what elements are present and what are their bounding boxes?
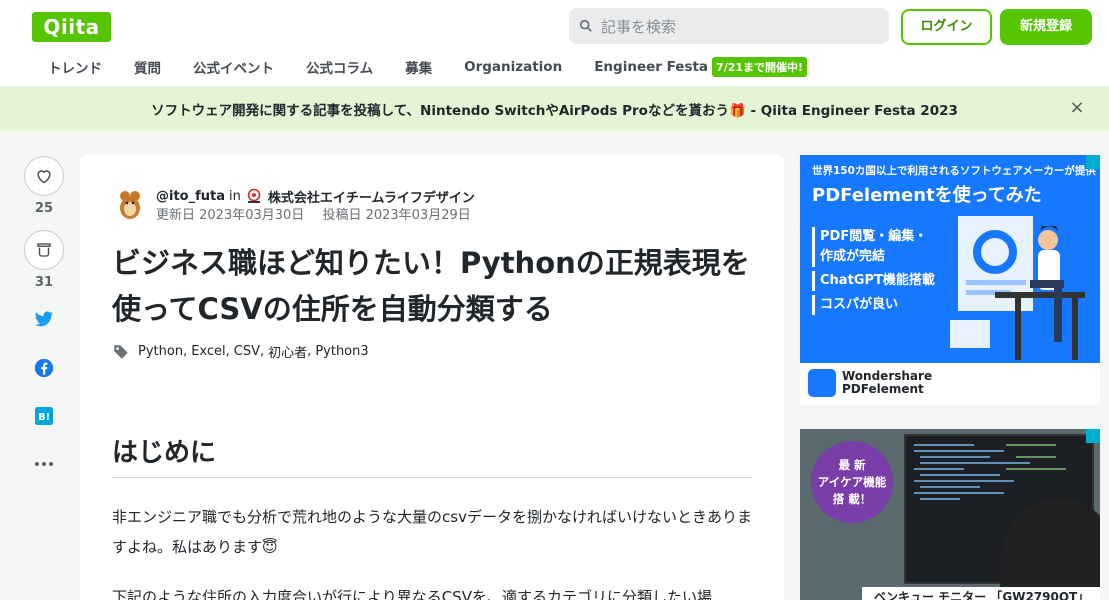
ad-banner-image[interactable]: 世界150カ国以上で利用されるソフトウェアメーカーが提供 PDFelementを… <box>800 155 1100 363</box>
nav-recruit[interactable]: 募集 <box>389 57 448 77</box>
tag-list: Python, Excel, CSV, 初心者, Python3 <box>112 342 369 361</box>
twitter-icon <box>34 311 54 327</box>
tag-excel[interactable]: Excel <box>191 344 225 359</box>
ad-bubble-line-2: アイケア機能 <box>817 474 887 489</box>
ad-illustration <box>950 216 1085 360</box>
facebook-share[interactable] <box>24 356 64 380</box>
ad-brand-line-2: PDFelement <box>842 382 924 396</box>
ad-subtext: 世界150カ国以上で利用されるソフトウェアメーカーが提供 <box>812 165 1096 177</box>
like-button[interactable] <box>24 156 64 196</box>
search-input[interactable]: 記事を検索 <box>569 8 889 44</box>
organization-name[interactable]: 株式会社エイチームライフデザイン <box>268 187 475 206</box>
nav-engineer-festa[interactable]: Engineer Festa <box>578 59 708 75</box>
tag-python[interactable]: Python <box>138 344 183 359</box>
qiita-logo[interactable]: Qiita <box>32 12 111 42</box>
festa-badge[interactable]: 7/21まで開催中! <box>712 57 808 77</box>
global-nav: トレンド 質問 公式イベント 公式コラム 募集 Organization Eng… <box>32 56 808 78</box>
advertisement-benq[interactable]: 最 新 アイケア機能 搭 載！ ベンキュー モニター 「GW2790QT」 <box>800 429 1100 600</box>
login-button[interactable]: ログイン <box>901 9 992 45</box>
stock-icon <box>37 243 51 257</box>
ad-bubble-line-1: 最 新 <box>838 457 866 472</box>
ad-bullet: コスパが良い <box>812 295 935 315</box>
section-heading: はじめに <box>112 432 752 478</box>
nav-organization[interactable]: Organization <box>448 59 578 75</box>
ad-bullet: PDF閲覧・編集・作成が完結 <box>812 227 934 267</box>
stock-count: 31 <box>34 275 54 290</box>
ad-feature-bubble: 最 新 アイケア機能 搭 載！ <box>811 441 893 523</box>
hatena-bookmark-icon: B! <box>35 407 53 425</box>
search-icon <box>579 19 592 32</box>
article-paragraph: 非エンジニア職でも分析で荒れ地のような大量のcsvデータを捌かなければいけないと… <box>112 508 752 556</box>
close-icon[interactable]: × <box>1067 98 1087 118</box>
posted-date: 投稿日 2023年03月29日 <box>322 208 471 223</box>
article-title: ビジネス職ほど知りたい！Pythonの正規表現を使ってCSVの住所を自動分類する <box>112 246 750 326</box>
ad-brand[interactable]: Wondershare PDFelement <box>808 369 932 397</box>
avatar[interactable] <box>112 186 148 222</box>
ad-bullets: PDF閲覧・編集・作成が完結 ChatGPT機能搭載 コスパが良い <box>812 227 935 319</box>
author-line: @ito_futa in 株式会社エイチームライフデザイン <box>156 186 485 206</box>
author-row: @ito_futa in 株式会社エイチームライフデザイン 更新日 2023年0… <box>112 186 485 226</box>
stock-button[interactable] <box>24 230 64 270</box>
adchoices-icon[interactable] <box>1086 155 1100 169</box>
updated-date: 更新日 2023年03月30日 <box>156 208 305 223</box>
tag-python3[interactable]: Python3 <box>315 344 368 359</box>
ad-product-strip: ベンキュー モニター 「GW2790QT」 <box>862 587 1100 600</box>
nav-trend[interactable]: トレンド <box>32 57 118 77</box>
signup-button[interactable]: 新規登録 <box>1000 9 1092 45</box>
tag-beginner[interactable]: 初心者 <box>268 342 307 361</box>
ad-bubble-line-3: 搭 載！ <box>832 491 872 506</box>
author-name[interactable]: @ito_futa <box>156 189 225 204</box>
more-actions-button[interactable] <box>24 452 64 476</box>
search-placeholder: 記事を検索 <box>601 17 677 36</box>
facebook-icon <box>34 358 54 378</box>
adchoices-icon[interactable] <box>1086 429 1100 443</box>
announcement-banner[interactable]: ソフトウェア開発に関する記事を投稿して、Nintendo SwitchやAirP… <box>0 86 1109 131</box>
article-card: @ito_futa in 株式会社エイチームライフデザイン 更新日 2023年0… <box>80 154 784 600</box>
tag-icon <box>114 344 128 359</box>
author-in-label: in <box>229 188 241 204</box>
organization-logo-icon[interactable] <box>244 187 263 205</box>
advertisement-pdfelement[interactable]: 世界150カ国以上で利用されるソフトウェアメーカーが提供 PDFelementを… <box>800 155 1100 405</box>
ad-headline: PDFelementを使ってみた <box>812 185 1042 206</box>
ad-bullet: ChatGPT機能搭載 <box>812 271 935 291</box>
article-dates: 更新日 2023年03月30日 投稿日 2023年03月29日 <box>156 206 485 226</box>
article-paragraph: 下記のような住所の入力度合いが行により異なるCSVを、適するカテゴリに分類したい… <box>112 588 712 600</box>
pdfelement-logo-icon <box>808 369 836 397</box>
like-count: 25 <box>34 201 54 216</box>
header: Qiita 記事を検索 ログイン 新規登録 トレンド 質問 公式イベント 公式コ… <box>0 0 1109 86</box>
svg-text:B!: B! <box>38 412 50 423</box>
tag-csv[interactable]: CSV <box>234 344 260 359</box>
author-info: @ito_futa in 株式会社エイチームライフデザイン 更新日 2023年0… <box>156 186 485 226</box>
heart-icon <box>37 170 51 184</box>
nav-questions[interactable]: 質問 <box>118 57 177 77</box>
more-icon <box>35 462 53 466</box>
banner-text[interactable]: ソフトウェア開発に関する記事を投稿して、Nintendo SwitchやAirP… <box>151 99 958 119</box>
nav-official-column[interactable]: 公式コラム <box>290 57 389 77</box>
article-action-bar: 25 31 B! <box>24 156 64 476</box>
nav-official-events[interactable]: 公式イベント <box>177 57 290 77</box>
hatena-share[interactable]: B! <box>24 404 64 428</box>
twitter-share[interactable] <box>24 308 64 332</box>
